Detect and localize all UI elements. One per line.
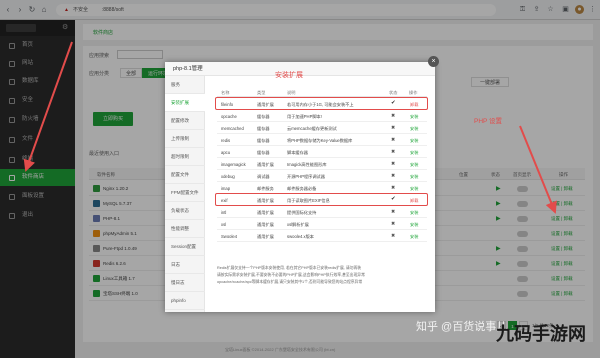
php-settings-annotation: PHP 设置: [474, 118, 503, 125]
arrow-to-software-store: [23, 41, 73, 172]
annotation-arrows: [23, 41, 557, 214]
brand-watermark: 九码手游网: [496, 324, 586, 344]
zhihu-watermark: 知乎 @百货说事儿: [416, 321, 508, 333]
arrow-to-php-settings: [519, 125, 557, 214]
